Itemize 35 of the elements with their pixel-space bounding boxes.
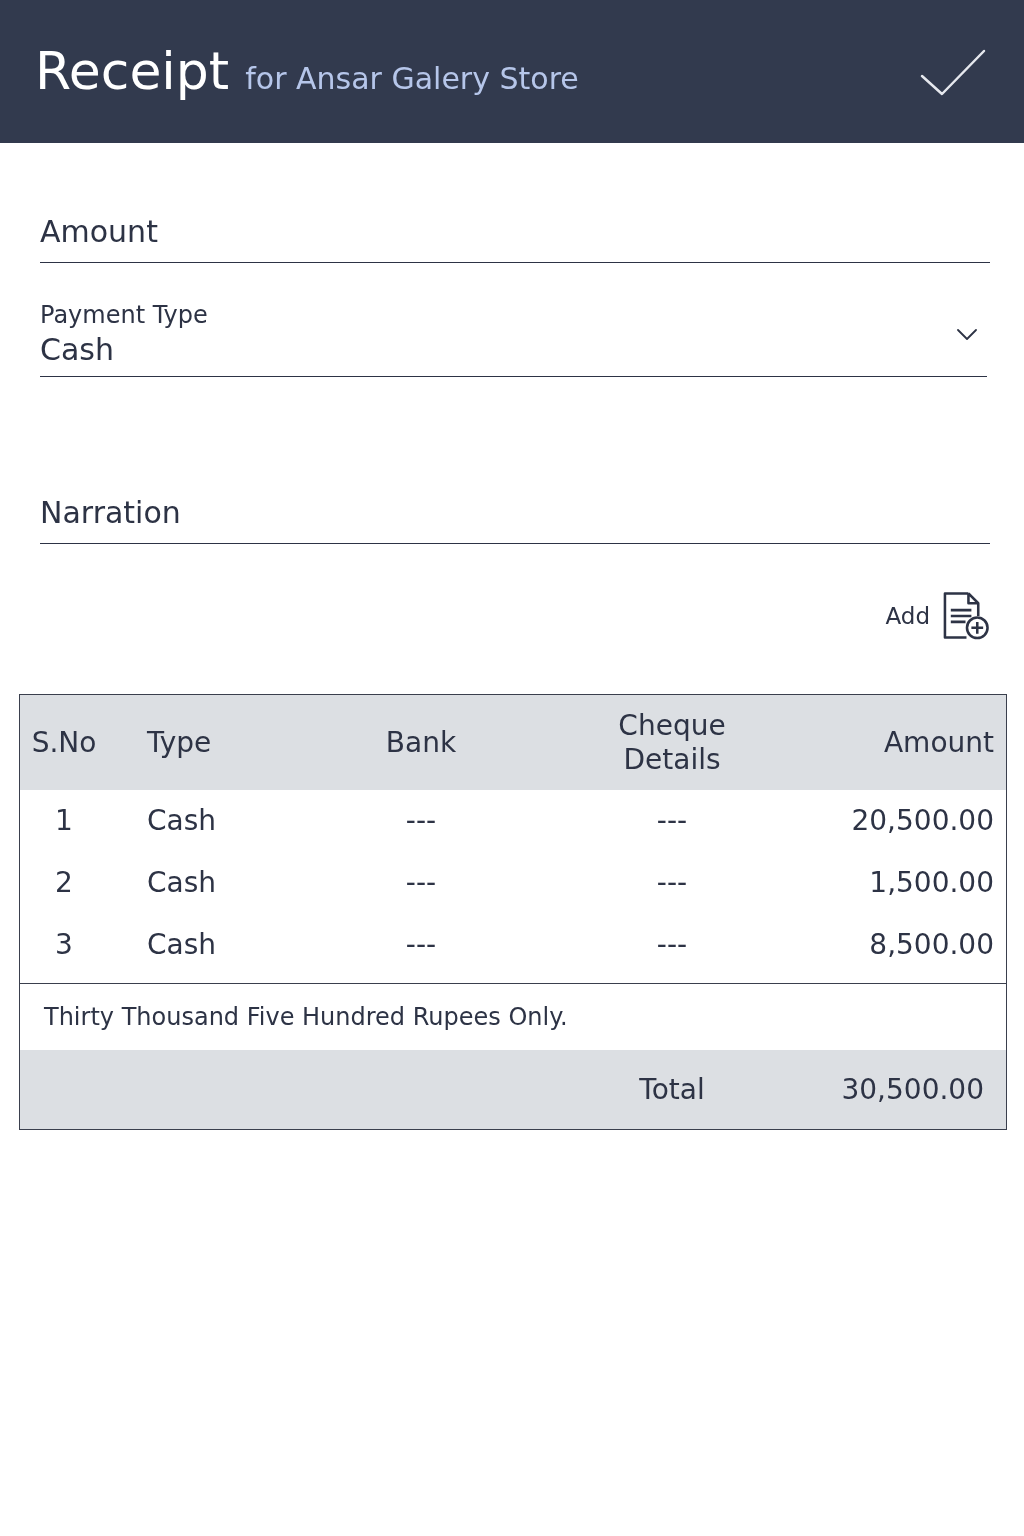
column-header: Bank (384, 724, 458, 761)
table-cell-text: --- (404, 865, 438, 901)
table-cell-text: Cash (146, 927, 218, 963)
table-cell-text: --- (404, 927, 438, 963)
total-amount: 30,500.00 (840, 1071, 985, 1108)
table-cell-text: Cash (146, 803, 218, 839)
table-cell-text: --- (655, 803, 689, 839)
table-cell-text: 2 (54, 865, 74, 901)
table-cell-text: --- (655, 865, 689, 901)
text-field[interactable]: Narration (40, 486, 990, 544)
column-header: Type (146, 724, 213, 761)
total-label: Total (638, 1071, 706, 1108)
check-icon (920, 47, 986, 96)
confirm-button[interactable] (920, 47, 986, 96)
column-header: S.No (30, 724, 98, 761)
table-cell-text: 8,500.00 (868, 927, 995, 963)
selected-value: Cash (40, 331, 115, 369)
column-header: Cheque Details (617, 708, 727, 777)
column-header: Amount (882, 724, 995, 761)
text-field[interactable]: Amount (40, 205, 990, 263)
table-cell-text: 1,500.00 (868, 865, 995, 901)
table-cell-text: Cash (146, 865, 218, 901)
amount-in-words: Thirty Thousand Five Hundred Rupees Only. (44, 1002, 568, 1033)
table-cell-text: --- (404, 803, 438, 839)
table-cell-text: 3 (54, 927, 74, 963)
table-cell-text: --- (655, 927, 689, 963)
page-title: Receipt (35, 42, 230, 101)
page-subtitle: for Ansar Galery Store (245, 61, 579, 95)
table-cell-text: 20,500.00 (850, 803, 995, 839)
field-label: Payment Type (40, 300, 208, 330)
table-cell-text: 1 (54, 803, 74, 839)
chevron-down-icon (957, 329, 977, 341)
document-plus-icon (942, 591, 990, 641)
add-button[interactable]: Add (885, 591, 990, 641)
payment-type-dropdown[interactable]: Payment Type Cash (40, 300, 987, 377)
